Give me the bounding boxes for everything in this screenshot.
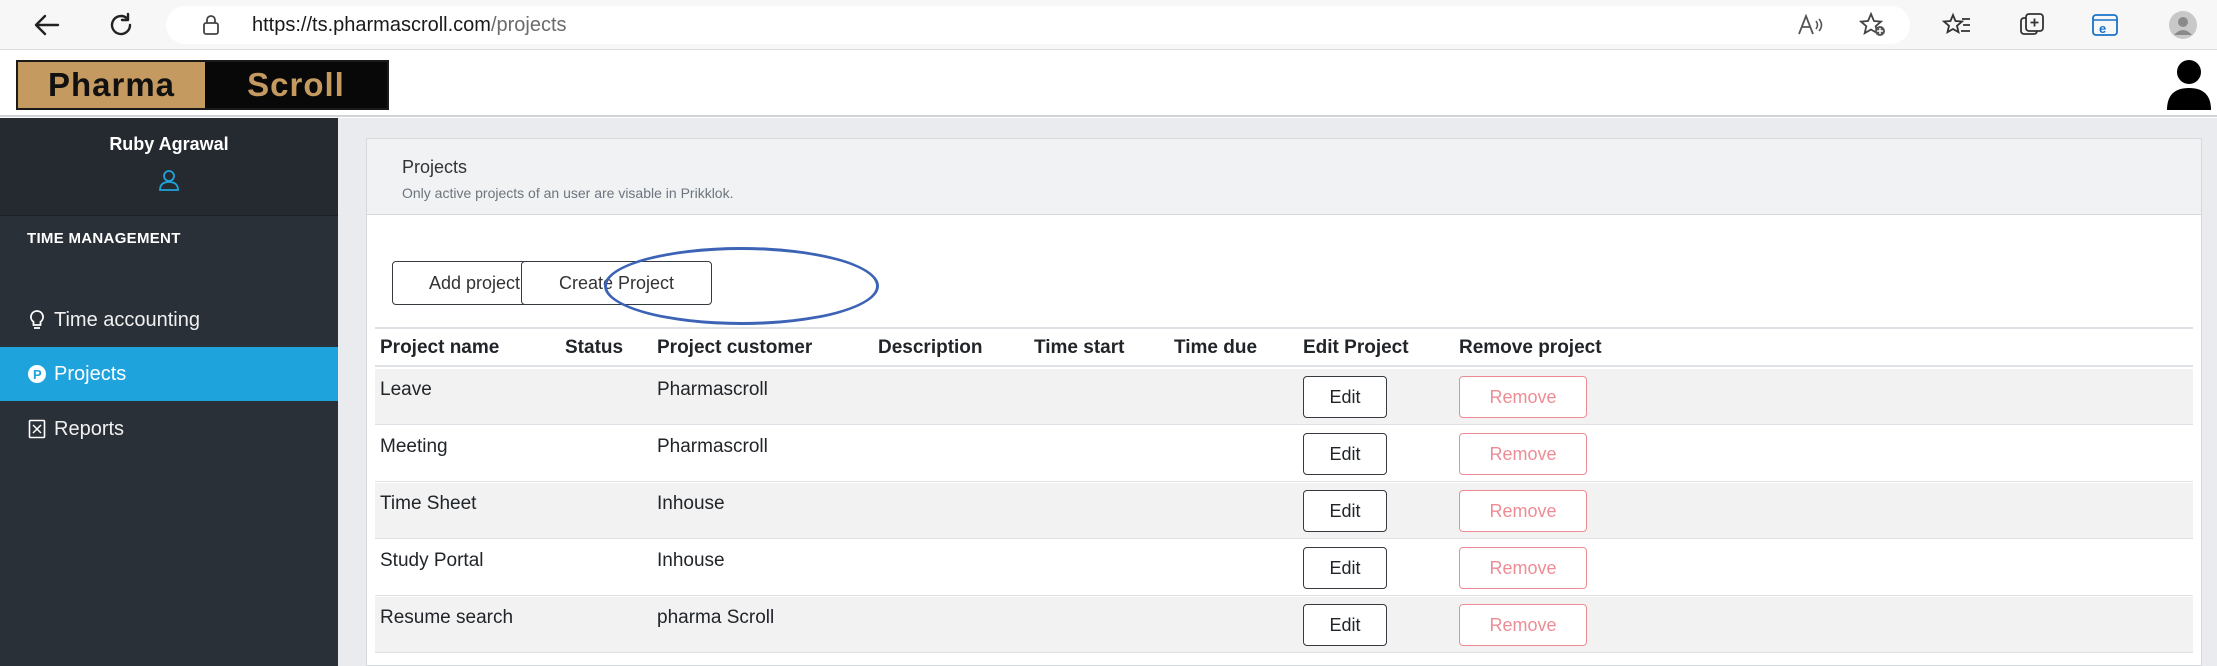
add-favorite-icon[interactable] <box>1858 10 1888 40</box>
highlight-circle <box>604 247 879 325</box>
p-circle-icon: P <box>26 363 48 385</box>
main-content: Projects Only active projects of an user… <box>338 118 2217 666</box>
sidebar-item-label: Projects <box>54 362 127 385</box>
browser-toolbar: https://ts.pharmascroll.com/projects e <box>0 0 2217 50</box>
edit-button[interactable]: Edit <box>1303 604 1387 646</box>
cell-project-name: Meeting <box>380 436 448 457</box>
collections-icon[interactable] <box>2017 10 2047 40</box>
table-row: Leave Pharmascroll Edit Remove <box>375 369 2193 425</box>
th-project-name: Project name <box>380 337 500 358</box>
edit-button[interactable]: Edit <box>1303 547 1387 589</box>
th-description: Description <box>878 337 983 358</box>
svg-text:e: e <box>2099 21 2106 36</box>
table-row: Study Portal Inhouse Edit Remove <box>375 540 2193 596</box>
edit-button[interactable]: Edit <box>1303 490 1387 532</box>
edit-button[interactable]: Edit <box>1303 376 1387 418</box>
svg-text:P: P <box>33 367 42 382</box>
app-header: Pharma Scroll <box>0 51 2217 117</box>
sidebar-section-title: TIME MANAGEMENT <box>27 230 181 247</box>
logo-part-pharma: Pharma <box>18 62 205 108</box>
table-row: Resume search pharma Scroll Edit Remove <box>375 597 2193 653</box>
sidebar-item-reports[interactable]: Reports <box>0 402 338 456</box>
lightbulb-icon <box>26 309 48 331</box>
reload-icon[interactable] <box>104 9 138 41</box>
sidebar-user-panel: Ruby Agrawal <box>0 118 338 216</box>
report-icon <box>26 418 48 440</box>
cell-project-name: Leave <box>380 379 432 400</box>
pharmascroll-logo[interactable]: Pharma Scroll <box>16 60 389 110</box>
sidebar-item-label: Reports <box>54 417 125 440</box>
sidebar: Ruby Agrawal TIME MANAGEMENT Time accoun… <box>0 118 338 666</box>
table-row: Time Sheet Inhouse Edit Remove <box>375 483 2193 539</box>
card-header: Projects Only active projects of an user… <box>367 139 2201 215</box>
sidebar-item-time-accounting[interactable]: Time accounting <box>0 293 338 347</box>
cell-customer: pharma Scroll <box>657 607 775 628</box>
favorites-icon[interactable] <box>1942 10 1972 40</box>
user-name: Ruby Agrawal <box>109 134 229 154</box>
read-aloud-icon[interactable] <box>1796 10 1826 40</box>
url-text: https://ts.pharmascroll.com/projects <box>252 14 567 36</box>
table-header: Project name Status Project customer Des… <box>375 327 2193 367</box>
back-icon[interactable] <box>30 9 64 41</box>
remove-button[interactable]: Remove <box>1459 604 1587 646</box>
remove-button[interactable]: Remove <box>1459 376 1587 418</box>
lock-icon[interactable] <box>202 15 220 35</box>
user-avatar-icon[interactable] <box>2165 58 2213 110</box>
remove-button[interactable]: Remove <box>1459 433 1587 475</box>
cell-project-name: Study Portal <box>380 550 484 571</box>
cell-customer: Inhouse <box>657 550 725 571</box>
sidebar-item-label: Time accounting <box>54 308 200 331</box>
edit-button[interactable]: Edit <box>1303 433 1387 475</box>
cell-customer: Inhouse <box>657 493 725 514</box>
ie-mode-icon[interactable]: e <box>2090 10 2120 40</box>
cell-customer: Pharmascroll <box>657 436 768 457</box>
cell-project-name: Resume search <box>380 607 514 628</box>
th-status: Status <box>565 337 624 358</box>
address-bar[interactable]: https://ts.pharmascroll.com/projects <box>166 6 1910 44</box>
sidebar-item-projects[interactable]: P Projects <box>0 347 338 401</box>
page-subtitle: Only active projects of an user are visa… <box>402 185 734 201</box>
logo-part-scroll: Scroll <box>205 62 387 108</box>
th-remove-project: Remove project <box>1459 337 1602 358</box>
remove-button[interactable]: Remove <box>1459 490 1587 532</box>
profile-icon[interactable] <box>2168 10 2198 40</box>
th-edit-project: Edit Project <box>1303 337 1409 358</box>
cell-project-name: Time Sheet <box>380 493 477 514</box>
th-time-start: Time start <box>1034 337 1125 358</box>
page-title: Projects <box>402 157 468 177</box>
remove-button[interactable]: Remove <box>1459 547 1587 589</box>
th-time-due: Time due <box>1174 337 1258 358</box>
user-outline-icon[interactable] <box>157 168 181 192</box>
th-project-customer: Project customer <box>657 337 813 358</box>
cell-customer: Pharmascroll <box>657 379 768 400</box>
table-row: Meeting Pharmascroll Edit Remove <box>375 426 2193 482</box>
projects-card: Projects Only active projects of an user… <box>366 138 2202 666</box>
